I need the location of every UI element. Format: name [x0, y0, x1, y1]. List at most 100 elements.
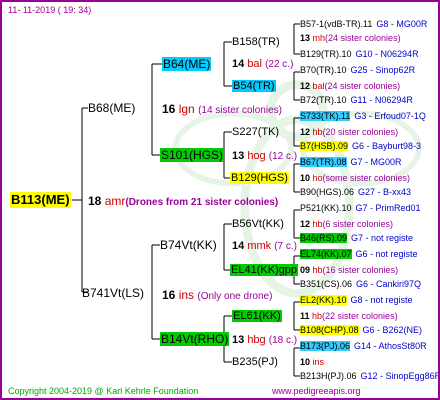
gen4-row[interactable]: 12 hb(20 sister colonies) [300, 126, 398, 138]
gen4-colonies: (16 sister colonies) [322, 265, 399, 275]
gen4-row[interactable]: 13 mh(24 sister colonies) [300, 32, 401, 44]
mpp-queen[interactable]: B56Vt(KK) [232, 218, 284, 230]
gen4-row[interactable]: B213H(PJ).06 G12 - SinopEgg86R [300, 370, 438, 382]
date-header: 11- 11-2019 ( 19: 34) [8, 5, 92, 15]
gen4-row[interactable]: B173(PJ).06 G14 - AthosSt80R [300, 340, 427, 352]
gen4-grade: G6 - Cankiri97Q [356, 279, 422, 289]
gen4-queen: B7(HSB).09 [300, 141, 349, 151]
mp-drone-info: 14 mmk (7 c.) [232, 240, 297, 252]
gen4-row[interactable]: 12 bal(24 sister colonies) [300, 80, 400, 92]
root-drone-info: 18 amr(Drones from 21 sister colonies) [88, 194, 279, 208]
gen4-colonies: (22 sister colonies) [322, 311, 398, 321]
gen4-grade: G7 - not registe [351, 233, 414, 243]
mp-queen[interactable]: B74Vt(KK) [160, 238, 217, 252]
gen4-queen: B351(CS).06 [300, 279, 353, 289]
gen4-row[interactable]: 09 hb(16 sister colonies) [300, 264, 398, 276]
gen4-row[interactable]: B129(TR).10 G10 - N06294R [300, 48, 419, 60]
root-queen[interactable]: B113(ME) [10, 192, 71, 208]
mm-drone-info: 13 hbg (18 c.) [232, 334, 298, 346]
sire-queen[interactable]: B68(ME) [88, 101, 135, 115]
gen4-colonies: (some sister colonies) [322, 173, 411, 183]
gen4-grade: G25 - Sinop62R [350, 65, 416, 75]
gen4-grade: G8 - not registe [350, 295, 413, 305]
pp-queen[interactable]: B64(ME) [162, 57, 212, 71]
mpm-queen[interactable]: EL41(KK)gpp [230, 264, 299, 276]
gen4-row[interactable]: B90(HGS).06 G27 - B-xx43 [300, 186, 411, 198]
gen4-queen: S733(TK).11 [300, 111, 351, 121]
gen4-race: ins [312, 357, 325, 367]
gen4-race: bal [312, 81, 325, 91]
gen4-row[interactable]: B7(HSB).09 G6 - Bayburt98-3 [300, 140, 421, 152]
gen4-row[interactable]: B70(TR).10 G25 - Sinop62R [300, 64, 415, 76]
gen4-row[interactable]: B108(CHP).08 G6 - B262(NE) [300, 324, 422, 336]
gen4-row[interactable]: EL74(KK).07 G6 - not registe [300, 248, 418, 260]
gen4-row[interactable]: EL2(KK).10 G8 - not registe [300, 294, 413, 306]
gen4-row[interactable]: 10 ho(some sister colonies) [300, 172, 410, 184]
gen4-drone-count: 13 [300, 33, 313, 43]
gen4-queen: B173(PJ).06 [300, 341, 351, 351]
pm-queen[interactable]: S101(HGS) [160, 148, 225, 162]
mmm-queen[interactable]: B235(PJ) [232, 356, 278, 368]
gen4-queen: B108(CHP).08 [300, 325, 359, 335]
gen4-drone-count: 10 [300, 357, 313, 367]
gen4-grade: G3 - Erfoud07-1Q [354, 111, 426, 121]
sire-drone-info: 16 lgn (14 sister colonies) [162, 102, 282, 116]
pm-drone-info: 13 hog (12 c.) [232, 150, 298, 162]
gen4-queen: P521(KK).10 [300, 203, 352, 213]
gen4-grade: G27 - B-xx43 [358, 187, 412, 197]
gen4-colonies: (24 sister colonies) [325, 33, 401, 43]
pedigree-frame: 11- 11-2019 ( 19: 34) B113(ME) 18 amr(Dr… [0, 0, 440, 400]
mmp-queen[interactable]: EL61(KK) [232, 310, 282, 322]
gen4-colonies: (24 sister colonies) [324, 81, 401, 91]
gen4-queen: B46(RS).09 [300, 233, 348, 243]
pmm-queen[interactable]: B129(HGS) [230, 172, 289, 184]
gen4-queen: B67(TR).08 [300, 157, 347, 167]
gen4-row[interactable]: 10 ins [300, 356, 324, 368]
gen4-drone-count: 11 [300, 311, 313, 321]
ppm-queen[interactable]: B54(TR) [232, 80, 276, 92]
ppp-queen[interactable]: B158(TR) [232, 36, 280, 48]
gen4-colonies: (20 sister colonies) [322, 127, 399, 137]
gen4-race: mh [312, 33, 326, 43]
mm-queen[interactable]: B14Vt(RHO) [160, 332, 230, 346]
gen4-queen: B90(HGS).06 [300, 187, 355, 197]
dam-queen[interactable]: B741Vt(LS) [82, 286, 144, 300]
gen4-race: hb [312, 311, 323, 321]
pmp-queen[interactable]: S227(TK) [232, 126, 279, 138]
gen4-queen: B129(TR).10 [300, 49, 352, 59]
gen4-row[interactable]: B72(TR).10 G11 - N06294R [300, 94, 413, 106]
gen4-grade: G7 - PrimRed01 [355, 203, 421, 213]
gen4-grade: G11 - N06294R [350, 95, 413, 105]
gen4-row[interactable]: 11 hb(22 sister colonies) [300, 310, 398, 322]
gen4-grade: G10 - N06294R [355, 49, 419, 59]
gen4-queen: EL2(KK).10 [300, 295, 347, 305]
gen4-queen: B70(TR).10 [300, 65, 347, 75]
gen4-row[interactable]: B67(TR).08 G7 - MG00R [300, 156, 402, 168]
gen4-row[interactable]: S733(TK).11 G3 - Erfoud07-1Q [300, 110, 426, 122]
pp-drone-info: 14 bal (22 c.) [232, 58, 294, 70]
gen4-row[interactable]: B46(RS).09 G7 - not registe [300, 232, 413, 244]
gen4-grade: G6 - not registe [355, 249, 418, 259]
gen4-row[interactable]: P521(KK).10 G7 - PrimRed01 [300, 202, 421, 214]
gen4-row[interactable]: 12 hb(6 sister colonies) [300, 218, 393, 230]
gen4-race: hb [312, 219, 323, 229]
gen4-drone-count: 12 [300, 81, 313, 91]
gen4-drone-count: 12 [300, 219, 313, 229]
gen4-queen: EL74(KK).07 [300, 249, 352, 259]
gen4-drone-count: 09 [300, 265, 313, 275]
gen4-grade: G8 - MG00R [376, 19, 428, 29]
gen4-row[interactable]: B351(CS).06 G6 - Cankiri97Q [300, 278, 421, 290]
gen4-queen: B213H(PJ).06 [300, 371, 357, 381]
gen4-grade: G7 - MG00R [350, 157, 402, 167]
gen4-race: hb [312, 127, 323, 137]
gen4-row[interactable]: B57-1(vdB-TR).11 G8 - MG00R [300, 18, 427, 30]
gen4-grade: G6 - B262(NE) [362, 325, 423, 335]
gen4-queen: B72(TR).10 [300, 95, 347, 105]
gen4-queen: B57-1(vdB-TR).11 [300, 19, 373, 29]
gen4-grade: G14 - AthosSt80R [354, 341, 427, 351]
gen4-grade: G6 - Bayburt98-3 [352, 141, 422, 151]
copyright-footer: Copyright 2004-2019 @ Karl Kehrle Founda… [8, 386, 199, 396]
gen4-race: hb [312, 265, 323, 275]
gen4-colonies: (6 sister colonies) [322, 219, 394, 229]
site-link[interactable]: www.pedigreeapis.org [272, 385, 361, 397]
